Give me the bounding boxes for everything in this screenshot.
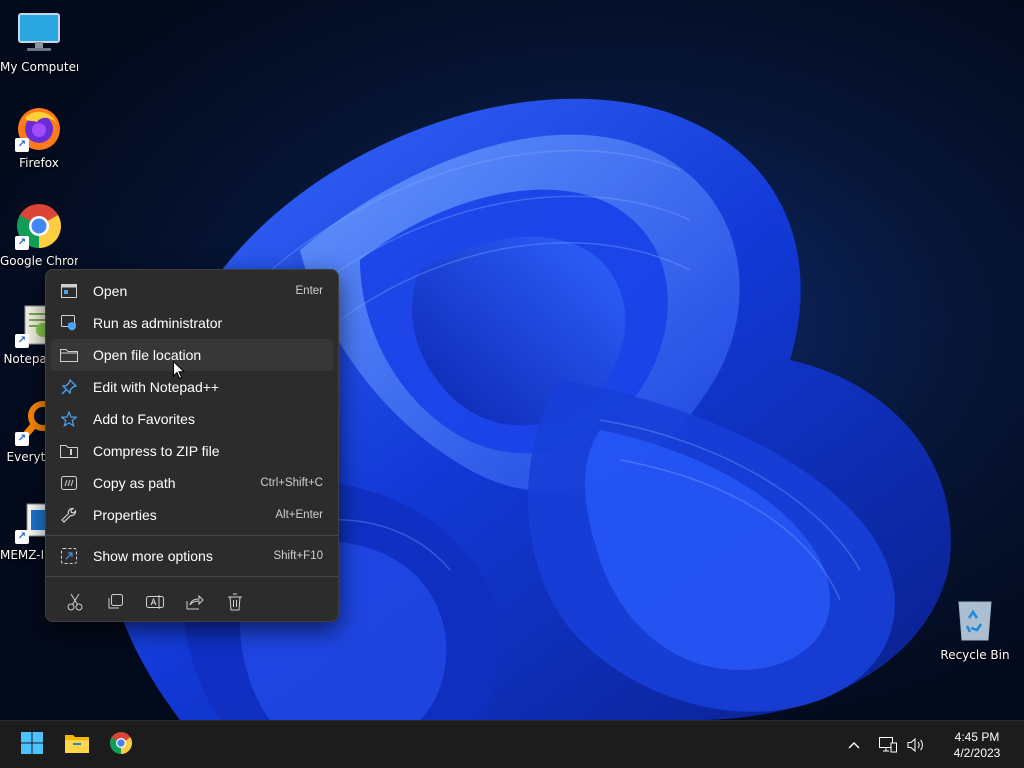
taskbar-chrome[interactable]: [103, 727, 139, 763]
desktop-icon-label: Google Chrome: [0, 254, 78, 268]
clock-date: 4/2/2023: [953, 746, 1001, 760]
shortcut-arrow-icon: ↗: [15, 236, 29, 250]
chrome-icon: [109, 731, 133, 759]
menu-item-shortcut: Enter: [295, 285, 324, 297]
copy-path-icon: [60, 474, 78, 492]
start-icon: [20, 731, 44, 759]
folder-icon: [60, 346, 78, 364]
desktop-icon-label: My Computer: [0, 60, 78, 74]
menu-item-compress-to-zip[interactable]: Compress to ZIP file: [51, 435, 333, 467]
recycle-bin-icon: [951, 596, 999, 644]
shortcut-arrow-icon: ↗: [15, 334, 29, 348]
open-window-icon: [60, 282, 78, 300]
pin-icon: [60, 378, 78, 396]
menu-item-run-as-administrator[interactable]: Run as administrator: [51, 307, 333, 339]
cut-icon[interactable]: [60, 587, 90, 617]
clock-time: 4:45 PM: [954, 730, 1000, 744]
shortcut-arrow-icon: ↗: [15, 138, 29, 152]
menu-item-open-file-location[interactable]: Open file location: [51, 339, 333, 371]
network-icon[interactable]: [876, 733, 900, 757]
menu-item-edit-with-notepadpp[interactable]: Edit with Notepad++: [51, 371, 333, 403]
menu-item-open[interactable]: Open Enter: [51, 275, 333, 307]
menu-item-label: Properties: [93, 507, 157, 523]
file-explorer-icon: [64, 732, 90, 758]
menu-item-add-to-favorites[interactable]: Add to Favorites: [51, 403, 333, 435]
start-button[interactable]: [14, 727, 50, 763]
menu-item-label: Open: [93, 283, 128, 299]
menu-item-label: Open file location: [93, 347, 202, 363]
more-options-icon: [60, 547, 78, 565]
menu-item-copy-as-path[interactable]: Copy as path Ctrl+Shift+C: [51, 467, 333, 499]
system-tray: 4:45 PM 4/2/2023: [842, 721, 1024, 768]
menu-item-shortcut: Shift+F10: [273, 550, 323, 562]
desktop-icon-recycle-bin[interactable]: Recycle Bin: [936, 596, 1014, 662]
chevron-up-icon[interactable]: [842, 733, 866, 757]
desktop-icon-firefox[interactable]: ↗ Firefox: [0, 104, 78, 170]
desktop-icon-my-computer[interactable]: My Computer: [0, 8, 78, 74]
menu-item-label: Show more options: [93, 548, 213, 564]
desktop-icon-label: Recycle Bin: [940, 648, 1010, 662]
context-menu: Open Enter Run as administrator Open fil…: [45, 269, 339, 622]
menu-item-label: Add to Favorites: [93, 411, 195, 427]
context-menu-action-bar: [46, 581, 338, 617]
menu-item-label: Copy as path: [93, 475, 176, 491]
shield-icon: [60, 314, 78, 332]
share-icon[interactable]: [180, 587, 210, 617]
chrome-icon: ↗: [15, 202, 63, 250]
taskbar-file-explorer[interactable]: [59, 727, 95, 763]
menu-item-label: Edit with Notepad++: [93, 379, 220, 395]
copy-icon[interactable]: [100, 587, 130, 617]
firefox-icon: ↗: [15, 104, 63, 152]
desktop-icon-google-chrome[interactable]: ↗ Google Chrome: [0, 202, 78, 268]
star-icon: [60, 410, 78, 428]
desktop-icon-label: Firefox: [19, 156, 59, 170]
menu-item-properties[interactable]: Properties Alt+Enter: [51, 499, 333, 531]
shortcut-arrow-icon: ↗: [15, 530, 29, 544]
volume-icon[interactable]: [904, 733, 928, 757]
menu-item-shortcut: Ctrl+Shift+C: [260, 477, 323, 489]
shortcut-arrow-icon: ↗: [15, 432, 29, 446]
monitor-icon: [15, 8, 63, 56]
taskbar: 4:45 PM 4/2/2023: [0, 720, 1024, 768]
menu-item-label: Compress to ZIP file: [93, 443, 220, 459]
menu-item-shortcut: Alt+Enter: [275, 509, 323, 521]
menu-separator: [46, 535, 338, 536]
mouse-cursor-icon: [173, 360, 186, 384]
taskbar-clock[interactable]: 4:45 PM 4/2/2023: [938, 729, 1016, 761]
zip-folder-icon: [60, 442, 78, 460]
rename-icon[interactable]: [140, 587, 170, 617]
wrench-icon: [60, 506, 78, 524]
menu-separator: [46, 576, 338, 577]
menu-item-show-more-options[interactable]: Show more options Shift+F10: [51, 540, 333, 572]
menu-item-label: Run as administrator: [93, 315, 223, 331]
delete-icon[interactable]: [220, 587, 250, 617]
